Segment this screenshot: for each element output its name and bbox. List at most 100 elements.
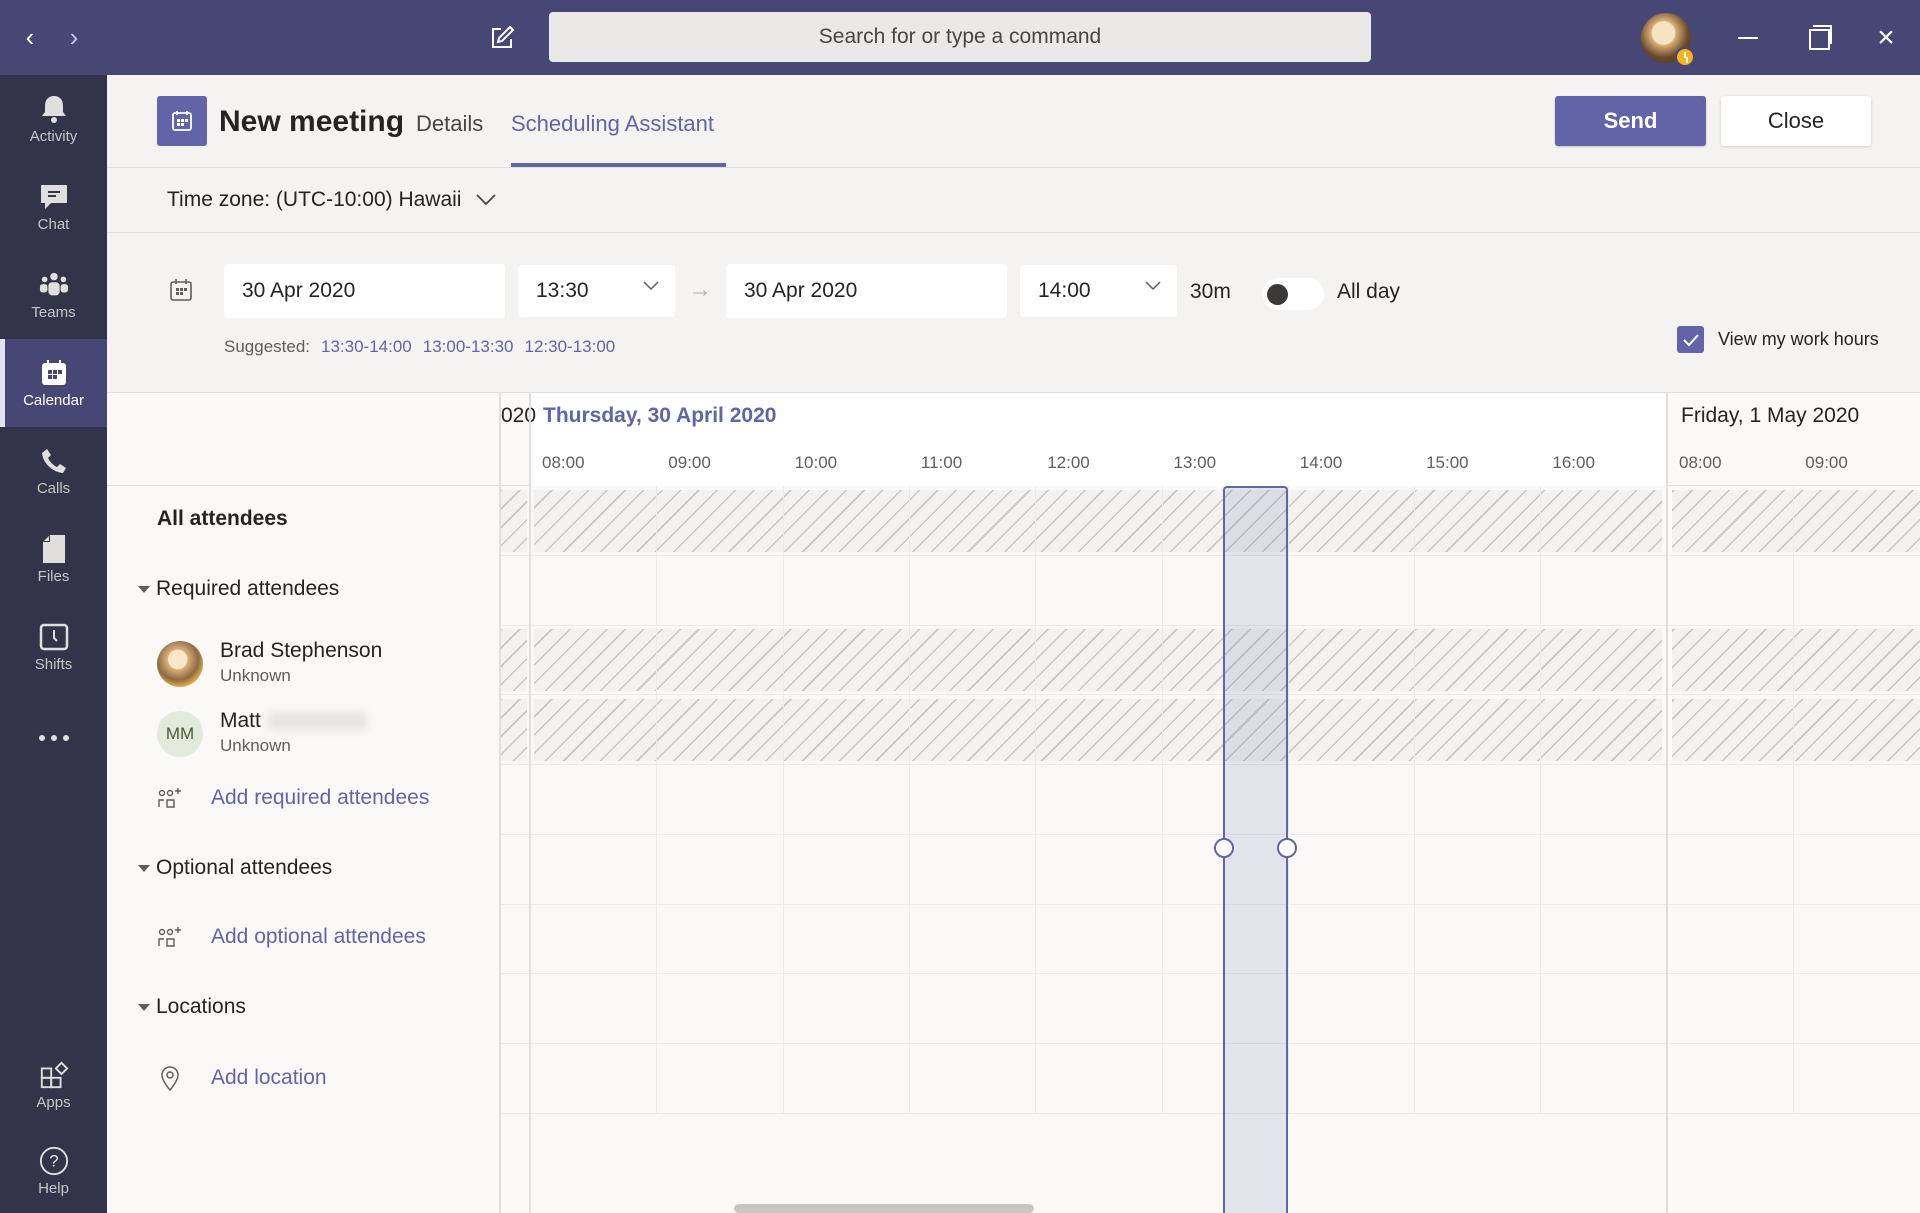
hour-label: 16:00 [1552,453,1595,472]
add-required-attendees-button[interactable]: Add required attendees [157,786,429,810]
rail-item-calls[interactable]: Calls [0,427,107,515]
hour-label: 09:00 [668,453,711,472]
meeting-header: New meeting Details Scheduling Assistant… [107,75,1920,168]
attendee-status: Unknown [220,666,291,685]
day-label-thursday: Thursday, 30 April 2020 [543,404,777,427]
away-status-icon [1675,47,1695,67]
minimize-button[interactable] [1728,18,1768,58]
page-title: New meeting [219,105,405,138]
start-time-value: 13:30 [536,279,589,302]
chevron-down-icon [476,194,497,206]
attendee-item[interactable]: MM Matt Unknown [157,706,487,766]
bell-icon [39,94,69,124]
section-label: Optional attendees [156,856,333,879]
hour-label: 10:00 [794,453,838,472]
rail-item-activity[interactable]: Activity [0,75,107,163]
more-icon-dot [50,735,57,741]
attendee-panel-header [107,393,501,486]
timezone-row: Time zone: (UTC-10:00) Hawaii [107,168,1920,233]
locations-section[interactable]: Locations [138,995,246,1019]
start-date-input[interactable]: 30 Apr 2020 [224,264,505,318]
suggested-time-link[interactable]: 12:30-13:00 [525,337,616,357]
tab-details[interactable]: Details [416,111,483,137]
timeline-row [501,556,1920,626]
suggested-time-link[interactable]: 13:30-14:00 [321,337,412,357]
svg-text:?: ? [49,1151,58,1170]
close-window-button[interactable]: × [1866,18,1906,58]
required-attendees-section[interactable]: Required attendees [138,577,339,601]
hour-gridline [782,486,784,1113]
close-button[interactable]: Close [1721,96,1871,146]
optional-attendees-section[interactable]: Optional attendees [138,856,332,880]
rail-item-calendar[interactable]: Calendar [0,339,107,427]
avatar: MM [157,711,203,757]
caret-down-icon [138,864,150,872]
compose-icon[interactable] [488,24,516,52]
resize-handle-start[interactable] [1213,838,1234,858]
selected-time-slot[interactable] [1213,486,1297,1213]
busy-block [501,490,527,552]
start-time-dropdown[interactable]: 13:30 [518,265,675,317]
attendee-name: Matt [220,709,261,732]
search-input[interactable]: Search for or type a command [549,12,1371,62]
timeline-row [501,904,1920,975]
busy-block [501,629,527,692]
rail-item-shifts[interactable]: Shifts [0,603,107,691]
hour-gridline [1035,486,1037,1113]
rail-item-teams[interactable]: Teams [0,251,107,339]
end-time-value: 14:00 [1038,279,1091,302]
redacted-surname [266,711,367,732]
work-hours-label: View my work hours [1718,329,1879,349]
apps-icon [39,1060,69,1090]
checkbox-checked-icon [1677,326,1704,353]
timeline-row [501,835,1920,905]
hour-gridline [656,486,658,1113]
busy-block [534,699,1662,762]
hour-gridline [1540,486,1542,1113]
timezone-label: Time zone: (UTC-10:00) Hawaii [167,188,462,211]
send-button[interactable]: Send [1555,96,1706,146]
more-apps-button[interactable] [0,718,107,758]
rail-item-files[interactable]: Files [0,515,107,603]
rail-item-apps[interactable]: Apps [0,1041,107,1129]
rail-item-chat[interactable]: Chat [0,163,107,251]
rail-item-help[interactable]: ? Help [0,1127,107,1213]
caret-down-icon [138,585,150,593]
busy-block [534,490,1662,552]
suggested-time-link[interactable]: 13:00-13:30 [423,337,514,357]
profile-avatar[interactable] [1641,13,1695,67]
chevron-down-icon [643,281,659,291]
avatar [157,641,203,687]
rail-label: Help [38,1179,69,1197]
add-location-button[interactable]: Add location [157,1064,327,1092]
forward-button[interactable]: › [62,22,86,52]
caret-down-icon [138,1003,150,1011]
end-time-dropdown[interactable]: 14:00 [1020,265,1177,317]
timeline-row [501,765,1920,835]
back-button[interactable]: ‹ [18,22,42,52]
attendee-item[interactable]: Brad Stephenson Unknown [157,636,487,696]
help-icon: ? [39,1146,69,1176]
section-label: Required attendees [156,577,340,600]
rail-label: Apps [36,1093,71,1111]
attendee-status: Unknown [220,736,291,755]
timeline-row [501,486,1920,556]
all-attendees-label: All attendees [157,507,288,530]
rail-label: Shifts [34,655,73,673]
attendee-name-wrapper: Matt [220,709,367,733]
hour-label: 08:00 [1679,453,1722,472]
all-day-toggle[interactable] [1262,278,1324,310]
tab-scheduling-assistant[interactable]: Scheduling Assistant [511,111,714,137]
add-people-icon [158,788,181,808]
maximize-button[interactable] [1797,18,1837,58]
day-divider [1666,393,1668,1213]
view-work-hours-checkbox[interactable]: View my work hours [1677,326,1879,353]
timezone-dropdown[interactable]: Time zone: (UTC-10:00) Hawaii [167,188,497,212]
duration-label: 30m [1190,280,1231,303]
add-optional-attendees-button[interactable]: Add optional attendees [157,925,426,949]
end-date-input[interactable]: 30 Apr 2020 [726,264,1007,318]
timeline-header: 020 Thursday, 30 April 2020 Friday, 1 Ma… [501,393,1920,486]
hour-gridline [1287,486,1289,1113]
horizontal-scrollbar[interactable] [734,1204,1034,1213]
resize-handle-end[interactable] [1276,838,1297,858]
